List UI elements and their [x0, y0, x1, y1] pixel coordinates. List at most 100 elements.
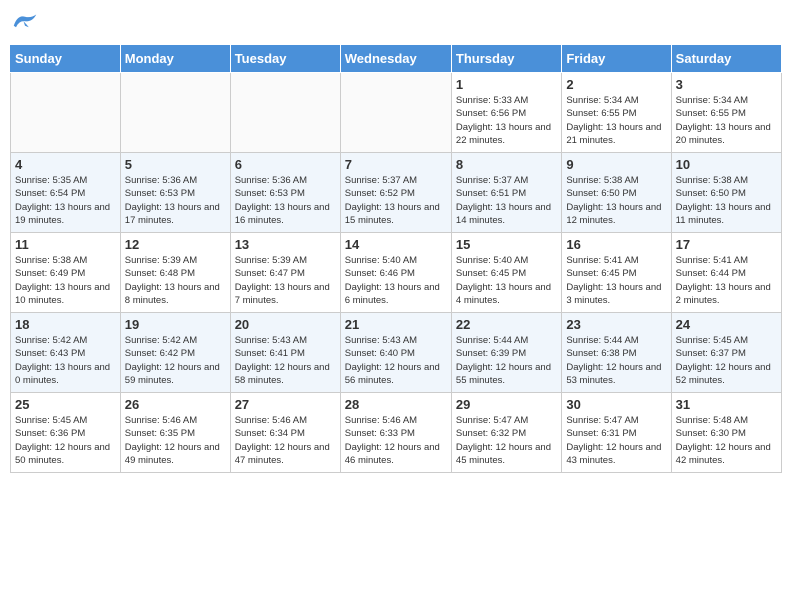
calendar-cell: 14 Sunrise: 5:40 AM Sunset: 6:46 PM Dayli… [340, 233, 451, 313]
calendar-cell: 20Sunrise: 5:43 AM Sunset: 6:41 PM Dayli… [230, 313, 340, 393]
header-thursday: Thursday [451, 45, 561, 73]
calendar-cell: 31Sunrise: 5:48 AM Sunset: 6:30 PM Dayli… [671, 393, 781, 473]
day-number: 12 [125, 237, 226, 252]
day-info: Sunrise: 5:37 AM Sunset: 6:51 PM Dayligh… [456, 174, 557, 227]
day-number: 3 [676, 77, 777, 92]
day-info: Sunrise: 5:33 AM Sunset: 6:56 PM Dayligh… [456, 94, 557, 147]
calendar-cell: 6 Sunrise: 5:36 AM Sunset: 6:53 PM Daylig… [230, 153, 340, 233]
calendar-week-3: 11Sunrise: 5:38 AM Sunset: 6:49 PM Dayli… [11, 233, 782, 313]
calendar-cell: 24 Sunrise: 5:45 AM Sunset: 6:37 PM Dayli… [671, 313, 781, 393]
calendar-cell: 22 Sunrise: 5:44 AM Sunset: 6:39 PM Dayli… [451, 313, 561, 393]
day-number: 26 [125, 397, 226, 412]
day-info: Sunrise: 5:42 AM Sunset: 6:42 PM Dayligh… [125, 334, 226, 387]
calendar-cell: 17Sunrise: 5:41 AM Sunset: 6:44 PM Dayli… [671, 233, 781, 313]
day-number: 2 [566, 77, 666, 92]
calendar-cell: 19 Sunrise: 5:42 AM Sunset: 6:42 PM Dayli… [120, 313, 230, 393]
calendar-table: SundayMondayTuesdayWednesdayThursdayFrid… [10, 44, 782, 473]
day-number: 22 [456, 317, 557, 332]
header-tuesday: Tuesday [230, 45, 340, 73]
calendar-week-1: 1 Sunrise: 5:33 AM Sunset: 6:56 PM Daylig… [11, 73, 782, 153]
calendar-cell: 28 Sunrise: 5:46 AM Sunset: 6:33 PM Dayli… [340, 393, 451, 473]
day-number: 21 [345, 317, 447, 332]
day-number: 14 [345, 237, 447, 252]
calendar-cell: 11Sunrise: 5:38 AM Sunset: 6:49 PM Dayli… [11, 233, 121, 313]
day-info: Sunrise: 5:47 AM Sunset: 6:32 PM Dayligh… [456, 414, 557, 467]
day-number: 1 [456, 77, 557, 92]
calendar-cell: 7 Sunrise: 5:37 AM Sunset: 6:52 PM Daylig… [340, 153, 451, 233]
calendar-cell: 16 Sunrise: 5:41 AM Sunset: 6:45 PM Dayli… [562, 233, 671, 313]
day-info: Sunrise: 5:38 AM Sunset: 6:49 PM Dayligh… [15, 254, 116, 307]
logo-bird-icon [10, 10, 40, 34]
day-info: Sunrise: 5:46 AM Sunset: 6:33 PM Dayligh… [345, 414, 447, 467]
day-info: Sunrise: 5:43 AM Sunset: 6:40 PM Dayligh… [345, 334, 447, 387]
day-info: Sunrise: 5:40 AM Sunset: 6:45 PM Dayligh… [456, 254, 557, 307]
calendar-cell: 18Sunrise: 5:42 AM Sunset: 6:43 PM Dayli… [11, 313, 121, 393]
day-number: 6 [235, 157, 336, 172]
day-number: 24 [676, 317, 777, 332]
calendar-cell [340, 73, 451, 153]
header-wednesday: Wednesday [340, 45, 451, 73]
day-info: Sunrise: 5:46 AM Sunset: 6:34 PM Dayligh… [235, 414, 336, 467]
day-number: 16 [566, 237, 666, 252]
header-monday: Monday [120, 45, 230, 73]
day-info: Sunrise: 5:34 AM Sunset: 6:55 PM Dayligh… [676, 94, 777, 147]
day-info: Sunrise: 5:44 AM Sunset: 6:39 PM Dayligh… [456, 334, 557, 387]
calendar-cell: 13 Sunrise: 5:39 AM Sunset: 6:47 PM Dayli… [230, 233, 340, 313]
day-number: 5 [125, 157, 226, 172]
day-number: 17 [676, 237, 777, 252]
calendar-cell: 21 Sunrise: 5:43 AM Sunset: 6:40 PM Dayli… [340, 313, 451, 393]
calendar-cell: 9 Sunrise: 5:38 AM Sunset: 6:50 PM Daylig… [562, 153, 671, 233]
calendar-cell: 3 Sunrise: 5:34 AM Sunset: 6:55 PM Daylig… [671, 73, 781, 153]
calendar-cell [11, 73, 121, 153]
day-number: 19 [125, 317, 226, 332]
calendar-header-row: SundayMondayTuesdayWednesdayThursdayFrid… [11, 45, 782, 73]
calendar-cell: 12 Sunrise: 5:39 AM Sunset: 6:48 PM Dayli… [120, 233, 230, 313]
page-header [10, 10, 782, 34]
day-info: Sunrise: 5:35 AM Sunset: 6:54 PM Dayligh… [15, 174, 116, 227]
day-info: Sunrise: 5:38 AM Sunset: 6:50 PM Dayligh… [676, 174, 777, 227]
day-info: Sunrise: 5:48 AM Sunset: 6:30 PM Dayligh… [676, 414, 777, 467]
day-number: 13 [235, 237, 336, 252]
header-friday: Friday [562, 45, 671, 73]
day-info: Sunrise: 5:45 AM Sunset: 6:37 PM Dayligh… [676, 334, 777, 387]
calendar-cell: 1 Sunrise: 5:33 AM Sunset: 6:56 PM Daylig… [451, 73, 561, 153]
calendar-cell: 29Sunrise: 5:47 AM Sunset: 6:32 PM Dayli… [451, 393, 561, 473]
calendar-week-4: 18Sunrise: 5:42 AM Sunset: 6:43 PM Dayli… [11, 313, 782, 393]
day-info: Sunrise: 5:37 AM Sunset: 6:52 PM Dayligh… [345, 174, 447, 227]
header-sunday: Sunday [11, 45, 121, 73]
day-info: Sunrise: 5:36 AM Sunset: 6:53 PM Dayligh… [235, 174, 336, 227]
day-number: 7 [345, 157, 447, 172]
day-number: 30 [566, 397, 666, 412]
day-number: 8 [456, 157, 557, 172]
calendar-cell: 26 Sunrise: 5:46 AM Sunset: 6:35 PM Dayli… [120, 393, 230, 473]
day-number: 15 [456, 237, 557, 252]
calendar-cell: 15 Sunrise: 5:40 AM Sunset: 6:45 PM Dayli… [451, 233, 561, 313]
day-info: Sunrise: 5:44 AM Sunset: 6:38 PM Dayligh… [566, 334, 666, 387]
calendar-week-2: 4Sunrise: 5:35 AM Sunset: 6:54 PM Daylig… [11, 153, 782, 233]
day-info: Sunrise: 5:40 AM Sunset: 6:46 PM Dayligh… [345, 254, 447, 307]
day-number: 10 [676, 157, 777, 172]
day-info: Sunrise: 5:34 AM Sunset: 6:55 PM Dayligh… [566, 94, 666, 147]
calendar-cell: 30Sunrise: 5:47 AM Sunset: 6:31 PM Dayli… [562, 393, 671, 473]
day-number: 23 [566, 317, 666, 332]
calendar-cell: 5 Sunrise: 5:36 AM Sunset: 6:53 PM Daylig… [120, 153, 230, 233]
day-info: Sunrise: 5:46 AM Sunset: 6:35 PM Dayligh… [125, 414, 226, 467]
logo [10, 10, 44, 34]
day-info: Sunrise: 5:39 AM Sunset: 6:47 PM Dayligh… [235, 254, 336, 307]
calendar-cell: 2 Sunrise: 5:34 AM Sunset: 6:55 PM Daylig… [562, 73, 671, 153]
day-info: Sunrise: 5:38 AM Sunset: 6:50 PM Dayligh… [566, 174, 666, 227]
calendar-cell [230, 73, 340, 153]
day-info: Sunrise: 5:42 AM Sunset: 6:43 PM Dayligh… [15, 334, 116, 387]
header-saturday: Saturday [671, 45, 781, 73]
day-info: Sunrise: 5:36 AM Sunset: 6:53 PM Dayligh… [125, 174, 226, 227]
day-number: 27 [235, 397, 336, 412]
day-info: Sunrise: 5:41 AM Sunset: 6:45 PM Dayligh… [566, 254, 666, 307]
day-number: 28 [345, 397, 447, 412]
calendar-cell: 27 Sunrise: 5:46 AM Sunset: 6:34 PM Dayli… [230, 393, 340, 473]
day-number: 20 [235, 317, 336, 332]
calendar-week-5: 25Sunrise: 5:45 AM Sunset: 6:36 PM Dayli… [11, 393, 782, 473]
day-number: 9 [566, 157, 666, 172]
calendar-cell: 10 Sunrise: 5:38 AM Sunset: 6:50 PM Dayli… [671, 153, 781, 233]
calendar-cell: 4Sunrise: 5:35 AM Sunset: 6:54 PM Daylig… [11, 153, 121, 233]
day-info: Sunrise: 5:39 AM Sunset: 6:48 PM Dayligh… [125, 254, 226, 307]
